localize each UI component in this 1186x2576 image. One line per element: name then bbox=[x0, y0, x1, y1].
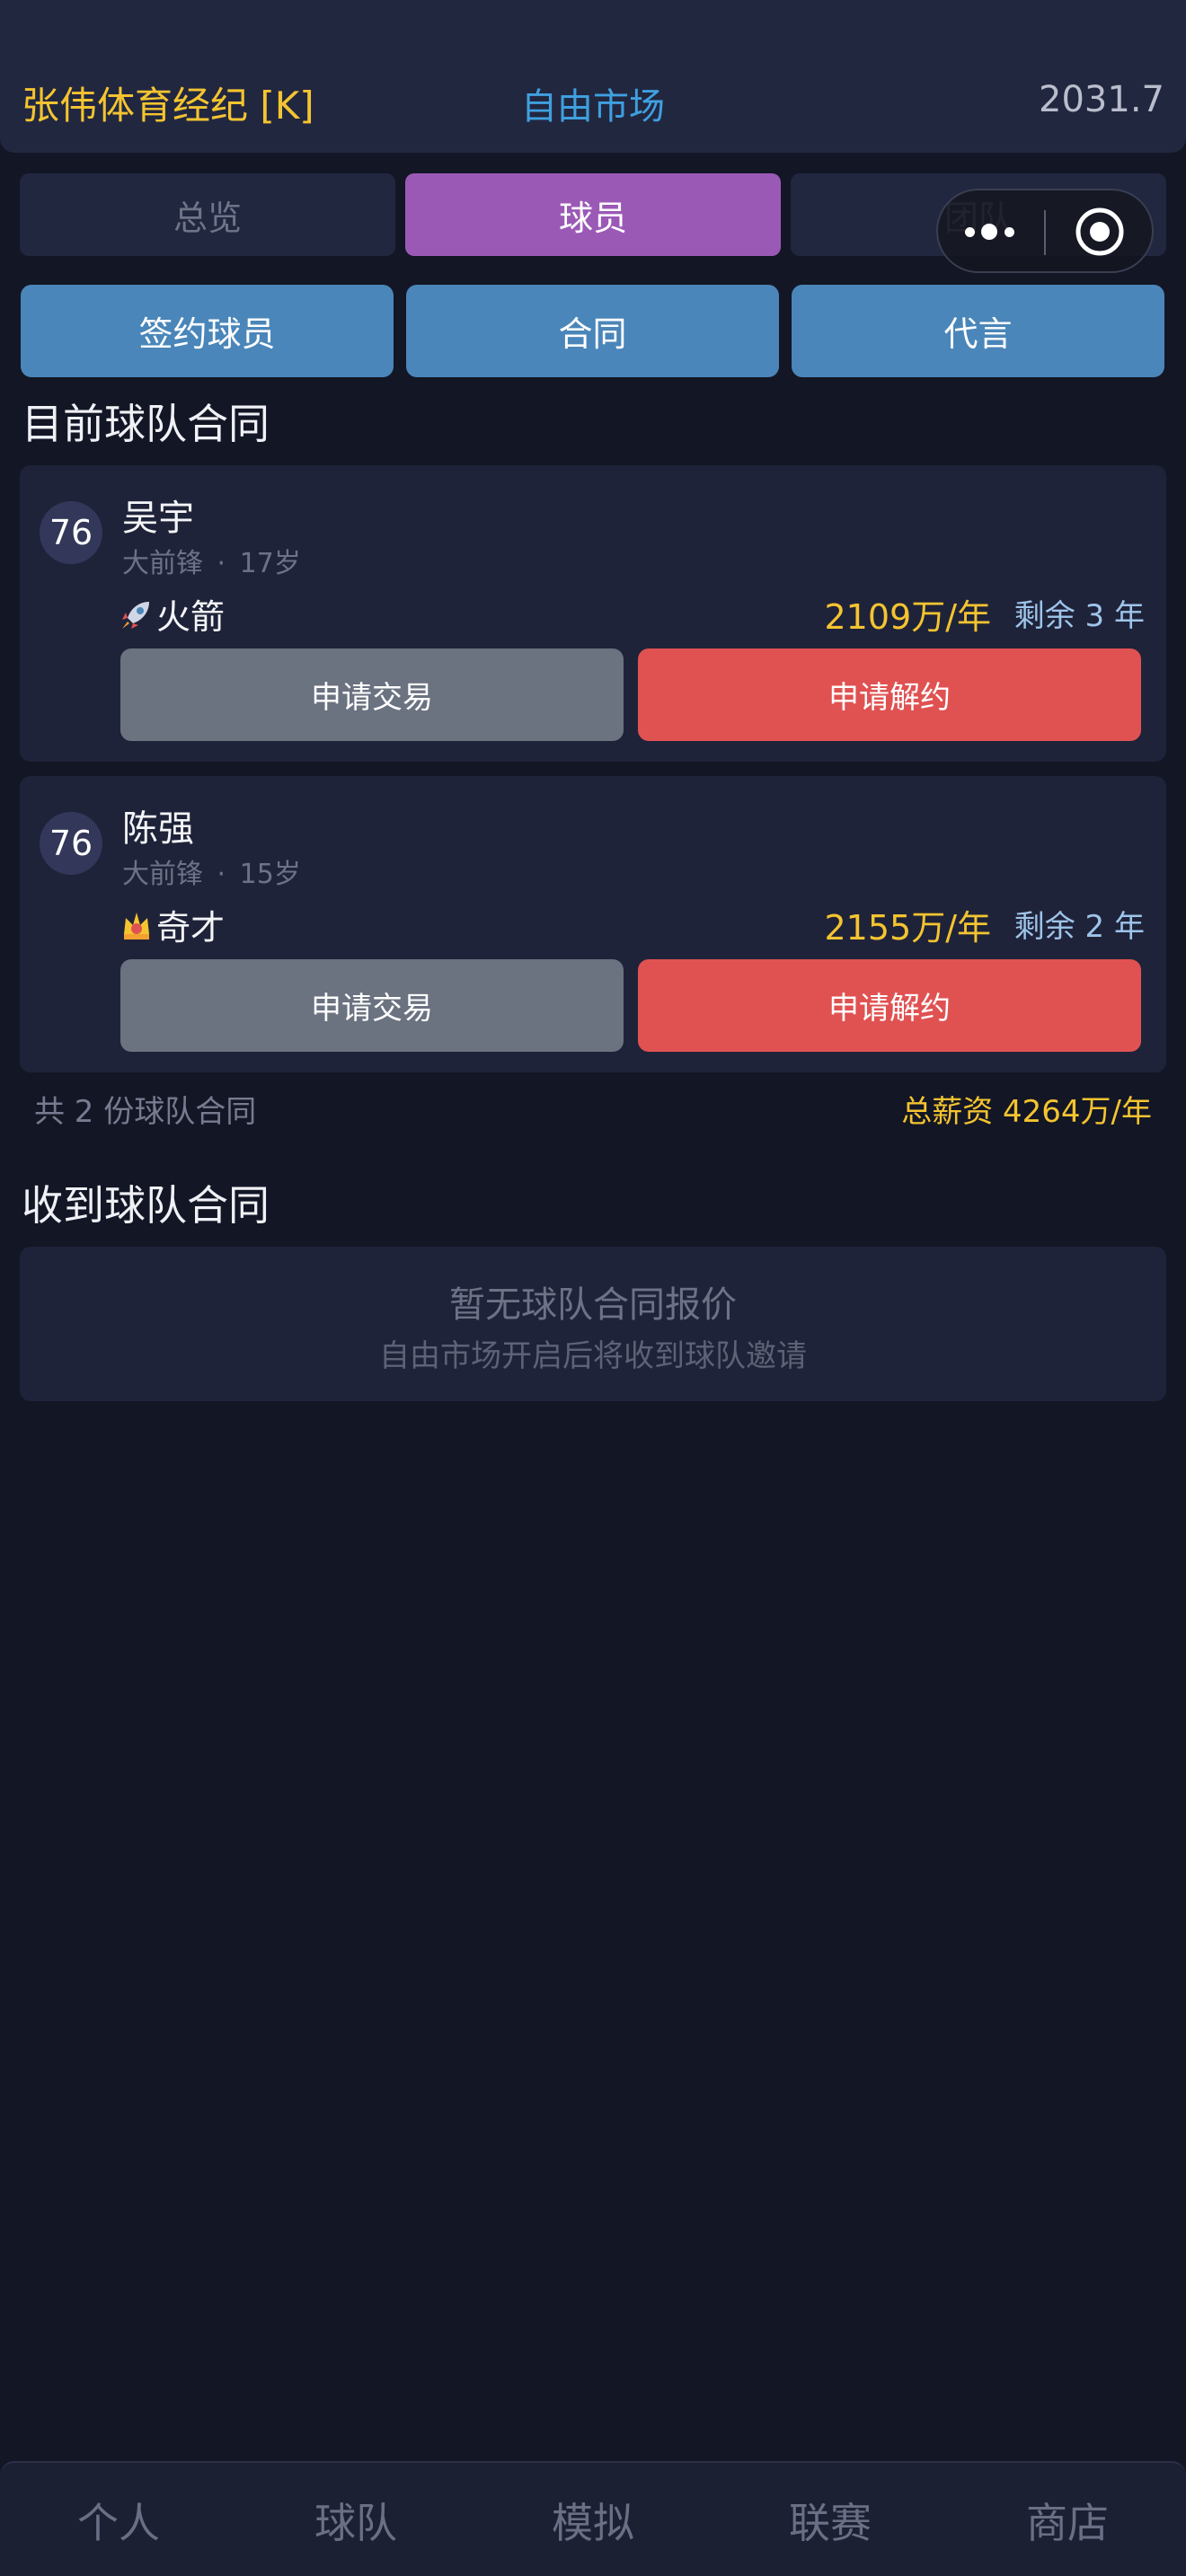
trait-label: 火箭 bbox=[156, 597, 226, 637]
request-release-button[interactable]: 申请解约 bbox=[638, 648, 1141, 741]
more-icon[interactable] bbox=[965, 221, 1019, 243]
player-meta: 大前锋 · 15岁 bbox=[122, 859, 301, 890]
total-salary: 总薪资 4264万/年 bbox=[901, 1094, 1152, 1130]
player-meta: 大前锋 · 17岁 bbox=[122, 548, 301, 579]
tab-players[interactable]: 球员 bbox=[405, 173, 781, 256]
contract-remaining: 剩余 3 年 bbox=[1013, 598, 1145, 634]
empty-offers-hint: 自由市场开启后将收到球队邀请 bbox=[379, 1338, 807, 1374]
player-position: 大前锋 bbox=[122, 859, 203, 890]
tab-overview[interactable]: 总览 bbox=[20, 173, 395, 256]
empty-offers-title: 暂无球队合同报价 bbox=[449, 1284, 737, 1326]
request-trade-button[interactable]: 申请交易 bbox=[120, 959, 624, 1052]
request-trade-button[interactable]: 申请交易 bbox=[120, 648, 624, 741]
nav-team[interactable]: 球队 bbox=[237, 2463, 474, 2576]
close-miniprogram-icon[interactable] bbox=[1075, 207, 1125, 257]
nav-shop[interactable]: 商店 bbox=[949, 2463, 1186, 2576]
player-age: 17岁 bbox=[239, 548, 301, 579]
nav-league[interactable]: 联赛 bbox=[712, 2463, 949, 2576]
contract-remaining: 剩余 2 年 bbox=[1013, 909, 1145, 945]
player-salary: 2155万/年 bbox=[824, 908, 991, 948]
nav-personal[interactable]: 个人 bbox=[0, 2463, 237, 2576]
player-salary: 2109万/年 bbox=[824, 597, 991, 637]
bottom-nav: 个人 球队 模拟 联赛 商店 bbox=[0, 2461, 1186, 2576]
miniprogram-capsule bbox=[936, 189, 1154, 273]
request-release-button[interactable]: 申请解约 bbox=[638, 959, 1141, 1052]
player-name: 陈强 bbox=[122, 808, 194, 850]
trait-label: 奇才 bbox=[156, 908, 226, 948]
player-position: 大前锋 bbox=[122, 548, 203, 579]
player-rating: 76 bbox=[40, 812, 102, 875]
capsule-divider bbox=[1044, 210, 1046, 255]
player-name: 吴宇 bbox=[122, 498, 194, 539]
contract-card: 76 吴宇 大前锋 · 17岁 火箭 2109万/年 剩余 3 年 申请交易 申… bbox=[20, 465, 1166, 762]
player-age: 15岁 bbox=[239, 859, 301, 890]
sign-player-button[interactable]: 签约球员 bbox=[21, 285, 394, 377]
rocket-icon bbox=[122, 601, 149, 629]
endorsement-button[interactable]: 代言 bbox=[792, 285, 1164, 377]
empty-offers-card: 暂无球队合同报价 自由市场开启后将收到球队邀请 bbox=[20, 1247, 1166, 1401]
player-trait: 奇才 bbox=[119, 900, 225, 949]
app-header: 张伟体育经纪 [K] 自由市场 2031.7 bbox=[0, 0, 1186, 153]
player-rating: 76 bbox=[40, 501, 102, 564]
contracts-button[interactable]: 合同 bbox=[406, 285, 779, 377]
current-contracts-title: 目前球队合同 bbox=[22, 400, 270, 448]
player-trait: 火箭 bbox=[119, 589, 225, 639]
received-contracts-title: 收到球队合同 bbox=[22, 1181, 270, 1230]
balance-value: 2031.7 bbox=[1039, 79, 1164, 120]
nav-simulate[interactable]: 模拟 bbox=[474, 2463, 712, 2576]
market-mode-label: 自由市场 bbox=[521, 86, 665, 128]
crown-icon bbox=[124, 912, 149, 940]
contract-count: 共 2 份球队合同 bbox=[34, 1094, 257, 1130]
contract-card: 76 陈强 大前锋 · 15岁 奇才 2155万/年 剩余 2 年 申请交易 申… bbox=[20, 776, 1166, 1072]
